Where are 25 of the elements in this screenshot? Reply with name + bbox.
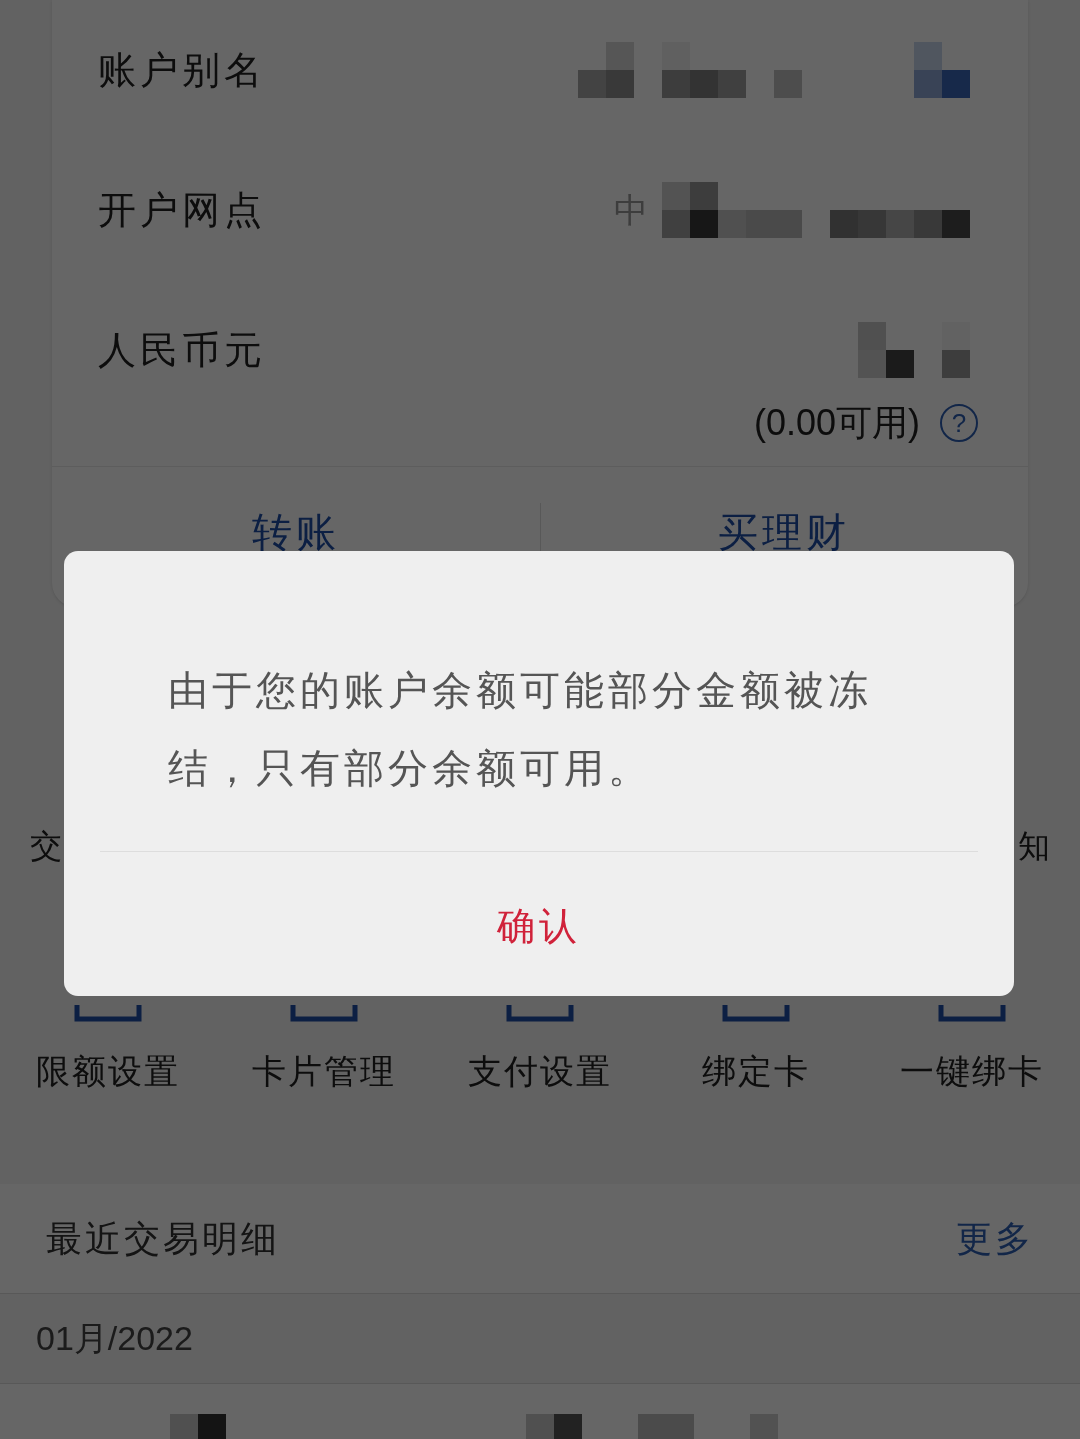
icon-edge [73,1005,143,1023]
field-label: 开户网点 [98,187,266,233]
shortcut-label[interactable]: 限额设置 [36,1051,180,1091]
field-label: 账户别名 [98,47,266,93]
shortcut-label[interactable]: 交 [30,826,62,866]
field-label: 人民币元 [98,327,266,373]
icon-edge [721,1005,791,1023]
help-icon[interactable]: ? [940,404,978,442]
icon-edge [289,1005,359,1023]
action-button[interactable]: 买理财 [540,507,1028,557]
confirm-button[interactable]: 确认 [457,888,621,965]
available-balance: (0.00可用) [753,401,920,445]
section-title: 最近交易明细 [46,1216,280,1261]
shortcut-label[interactable]: 卡片管理 [252,1051,396,1091]
shortcut-label[interactable]: 知 [1018,826,1050,866]
more-link[interactable]: 更多 [956,1211,1034,1266]
month-header: 01月/2022 [36,1318,193,1359]
shortcut-label[interactable]: 支付设置 [468,1051,612,1091]
icon-edge [937,1005,1007,1023]
action-button[interactable]: 转账 [52,507,540,557]
pixelated-mosaic [170,1414,226,1439]
shortcut-label[interactable]: 绑定卡 [702,1051,810,1091]
shortcut-label[interactable]: 一键绑卡 [900,1051,1044,1091]
dialog-message: 由于您的账户余额可能部分金额被冻结，只有部分余额可用。 [168,667,873,792]
icon-edge [505,1005,575,1023]
